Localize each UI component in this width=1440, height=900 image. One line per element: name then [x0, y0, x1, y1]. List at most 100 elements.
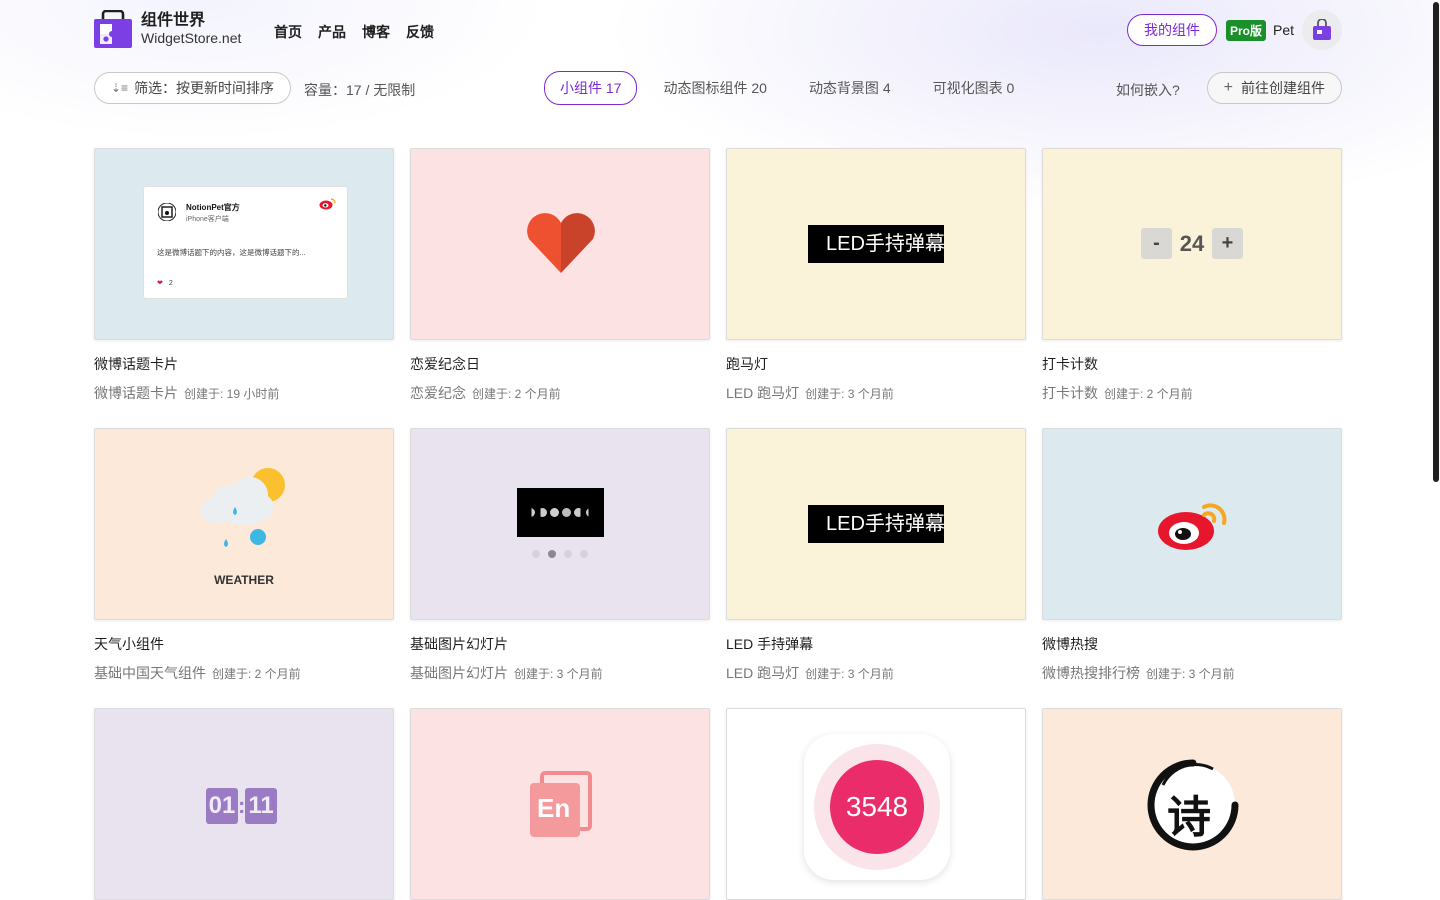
- sort-filter-label: 筛选：按更新时间排序: [134, 80, 275, 96]
- widget-card-weather[interactable]: WEATHER 天气小组件 基础中国天气组件 创建于: 2 个月前: [94, 428, 394, 683]
- widget-card-flip-clock[interactable]: 01 : 11: [94, 708, 394, 900]
- card-meta: LED 跑马灯 创建于: 3 个月前: [726, 383, 1026, 403]
- widget-preview[interactable]: [410, 428, 710, 620]
- moon-phases-image: [517, 488, 604, 537]
- brand-title: 组件世界: [141, 11, 206, 29]
- score-tile: 3548: [804, 734, 950, 880]
- nav-home[interactable]: 首页: [274, 22, 302, 42]
- card-category: LED 跑马灯: [726, 665, 800, 681]
- tab-widgets[interactable]: 小组件 17: [544, 71, 638, 105]
- widget-preview[interactable]: LED手持弹幕: [726, 148, 1026, 340]
- slide-dot-active: [548, 550, 556, 558]
- my-widgets-button[interactable]: 我的组件: [1126, 14, 1217, 46]
- slideshow-dots: [411, 550, 709, 558]
- nav-blog[interactable]: 博客: [362, 22, 390, 42]
- card-category: LED 跑马灯: [726, 385, 800, 401]
- header-user-area: 我的组件 Pro版 Pet: [1126, 10, 1342, 50]
- brand-subtitle: WidgetStore.net: [141, 30, 242, 47]
- brand-logo[interactable]: 组件世界 WidgetStore.net: [94, 9, 242, 48]
- widget-card-marquee[interactable]: LED手持弹幕 跑马灯 LED 跑马灯 创建于: 3 个月前: [726, 148, 1026, 403]
- widget-card-weibo-topic[interactable]: NotionPet官方 iPhone客户端 这是微博话题下的内容，这是微博话题下…: [94, 148, 394, 403]
- card-meta: 基础中国天气组件 创建于: 2 个月前: [94, 663, 394, 683]
- slide-dot: [532, 550, 540, 558]
- widget-preview[interactable]: [1042, 428, 1342, 620]
- heart-icon: ❤: [157, 280, 163, 287]
- widget-card-score[interactable]: 3548: [726, 708, 1026, 900]
- widget-preview[interactable]: LED手持弹幕: [726, 428, 1026, 620]
- slide-dot: [564, 550, 572, 558]
- card-created: 创建于: 3 个月前: [805, 387, 894, 401]
- tab-animated-icons[interactable]: 动态图标组件 20: [663, 78, 766, 98]
- score-value: 3548: [830, 760, 924, 854]
- counter-value: 24: [1179, 230, 1205, 256]
- weibo-logo-icon: [1158, 503, 1227, 550]
- tab-charts[interactable]: 可视化图表 0: [933, 78, 1015, 98]
- weibo-likes: ❤ 2: [157, 279, 173, 288]
- clock-separator: :: [238, 793, 246, 818]
- capacity-text: 容量：17 / 无限制: [304, 82, 416, 98]
- card-title: 打卡计数: [1042, 356, 1098, 372]
- card-category: 打卡计数: [1042, 385, 1098, 401]
- flip-clock-preview: 01 : 11: [206, 788, 277, 824]
- led-marquee-text: LED手持弹幕: [808, 505, 944, 543]
- widget-card-love-anniversary[interactable]: 恋爱纪念日 恋爱纪念 创建于: 2 个月前: [410, 148, 710, 403]
- user-name[interactable]: Pet: [1273, 22, 1294, 38]
- widget-card-poetry[interactable]: 诗: [1042, 708, 1342, 900]
- card-title: 微博热搜: [1042, 636, 1098, 652]
- weibo-topic-card-preview: NotionPet官方 iPhone客户端 这是微博话题下的内容，这是微博话题下…: [143, 186, 348, 299]
- poetry-glyph: 诗: [1167, 792, 1211, 843]
- card-title: 基础图片幻灯片: [410, 636, 508, 652]
- widget-card-led-bullet[interactable]: LED手持弹幕 LED 手持弹幕 LED 跑马灯 创建于: 3 个月前: [726, 428, 1026, 683]
- slide-dot: [580, 550, 588, 558]
- widget-store-logo-icon: [94, 9, 132, 48]
- weibo-logo-icon: [319, 198, 336, 210]
- widget-preview[interactable]: NotionPet官方 iPhone客户端 这是微博话题下的内容，这是微博话题下…: [94, 148, 394, 340]
- card-title: 天气小组件: [94, 636, 164, 652]
- card-title: LED 手持弹幕: [726, 636, 814, 652]
- nav-feedback[interactable]: 反馈: [406, 22, 434, 42]
- widget-preview[interactable]: En: [410, 708, 710, 900]
- scrollbar-thumb[interactable]: [1433, 2, 1439, 482]
- card-category: 微博热搜排行榜: [1042, 665, 1140, 681]
- card-created: 创建于: 3 个月前: [514, 667, 603, 681]
- widget-card-checkin-counter[interactable]: - 24 + 打卡计数 打卡计数 创建于: 2 个月前: [1042, 148, 1342, 403]
- page-scrollbar[interactable]: [1432, 0, 1440, 900]
- card-category: 恋爱纪念: [410, 385, 466, 401]
- widget-preview[interactable]: 诗: [1042, 708, 1342, 900]
- card-created: 创建于: 3 个月前: [1146, 667, 1235, 681]
- widget-preview[interactable]: [410, 148, 710, 340]
- card-category: 基础图片幻灯片: [410, 665, 508, 681]
- likes-count: 2: [168, 279, 173, 287]
- widget-preview[interactable]: 3548: [726, 708, 1026, 900]
- plus-icon: +: [1223, 79, 1233, 96]
- weibo-client: iPhone客户端: [186, 216, 229, 223]
- filter-icon: ⇣≡: [111, 81, 129, 95]
- score-ring: 3548: [814, 744, 940, 870]
- led-marquee-text: LED手持弹幕: [808, 225, 944, 263]
- card-meta: LED 跑马灯 创建于: 3 个月前: [726, 663, 1026, 683]
- create-widget-button[interactable]: + 前往创建组件: [1206, 72, 1342, 104]
- sort-filter-button[interactable]: ⇣≡ 筛选：按更新时间排序: [94, 72, 292, 104]
- widget-card-weibo-hot[interactable]: 微博热搜 微博热搜排行榜 创建于: 3 个月前: [1042, 428, 1342, 683]
- card-meta: 微博话题卡片 创建于: 19 小时前: [94, 383, 394, 403]
- card-meta: 微博热搜排行榜 创建于: 3 个月前: [1042, 663, 1342, 683]
- widget-card-slideshow[interactable]: 基础图片幻灯片 基础图片幻灯片 创建于: 3 个月前: [410, 428, 710, 683]
- weather-label: WEATHER: [214, 573, 274, 587]
- heart-icon: [527, 213, 595, 273]
- widget-preview[interactable]: WEATHER: [94, 428, 394, 620]
- card-meta: 恋爱纪念 创建于: 2 个月前: [410, 383, 710, 403]
- avatar[interactable]: [1302, 10, 1342, 50]
- embed-help-link[interactable]: 如何嵌入?: [1116, 80, 1180, 100]
- tab-animated-backgrounds[interactable]: 动态背景图 4: [809, 78, 891, 98]
- toolbar: ⇣≡ 筛选：按更新时间排序 容量：17 / 无限制 小组件 17 动态图标组件 …: [94, 71, 1342, 105]
- create-widget-label: 前往创建组件: [1241, 80, 1325, 96]
- widget-preview[interactable]: - 24 +: [1042, 148, 1342, 340]
- decrement-button: -: [1141, 228, 1172, 259]
- pro-badge: Pro版: [1225, 19, 1266, 41]
- widget-type-tabs: 小组件 17 动态图标组件 20 动态背景图 4 可视化图表 0: [544, 71, 1056, 105]
- widget-preview[interactable]: 01 : 11: [94, 708, 394, 900]
- weibo-account-name: NotionPet官方: [186, 203, 240, 212]
- card-category: 微博话题卡片: [94, 385, 178, 401]
- widget-card-english[interactable]: En: [410, 708, 710, 900]
- nav-products[interactable]: 产品: [318, 22, 346, 42]
